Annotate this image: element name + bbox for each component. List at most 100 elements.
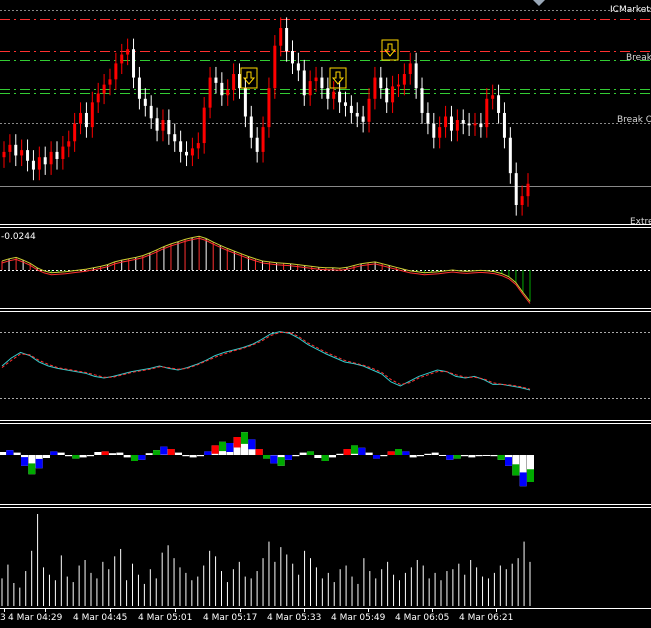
histogram-bar [468,455,476,458]
histogram-bar-cap [131,455,138,461]
candle-body [449,116,453,131]
histogram-bar [182,455,190,457]
candle-body [31,160,35,170]
candle-body [220,82,224,96]
time-tick-label: 4 Mar 05:01 [138,613,192,623]
histogram-bar-cap [387,451,395,455]
histogram-bar [475,455,483,457]
histogram-bar [483,455,490,456]
histogram-bar [417,455,424,457]
candle-body [73,123,77,142]
candle-body [161,120,165,131]
candle-body [349,105,353,113]
histogram-bar [380,455,388,457]
histogram-bar [13,452,21,455]
histogram-bar-cap [219,441,226,452]
histogram-bar [145,453,153,455]
candle-body [261,127,265,152]
candle-body [155,118,159,131]
candle-body [214,77,218,83]
histogram-bar-cap [343,449,351,455]
candle-body [190,148,194,156]
histogram-bar-cap [285,455,292,460]
level-label-extreme: Extre [630,217,651,227]
candle-body [149,105,153,119]
candle-body [408,63,412,75]
time-tick-label: 4 Mar 05:49 [331,613,386,623]
time-tick-label: 4 Mar 06:21 [459,613,513,623]
candle-body [455,120,459,131]
candle-body [385,88,389,103]
histogram-bar [65,455,72,457]
candle-body [273,45,277,89]
histogram-bar-cap [402,451,410,455]
candle-body [90,102,94,128]
candle-body [361,116,365,122]
candle-body [426,112,430,124]
candle-body [37,157,41,170]
histogram-bar-cap [270,455,278,464]
histogram-bar-cap [21,457,28,466]
histogram-bar-cap [358,447,366,455]
candle-body [308,81,312,96]
candle-body [132,49,136,78]
candle-body [196,143,200,149]
candle-body [208,77,212,108]
time-tick-label: 4 Mar 04:45 [73,613,127,623]
candle-body [243,88,247,117]
candle-body [114,63,118,80]
candle-body [96,93,100,103]
candle-body [485,98,489,128]
candle-body [343,102,347,106]
histogram-bar-cap [241,432,248,444]
histogram-bar-cap [255,449,263,455]
candle-body [84,112,88,128]
histogram-bar-cap [226,443,234,452]
histogram-bar-cap [446,455,454,460]
histogram-bar-cap [497,455,505,460]
histogram-bar-cap [519,472,527,487]
trading-chart[interactable]: ICMarkets Break Break O Extre -0.0244 3 … [0,0,651,628]
candle-body [379,77,383,89]
histogram-bar-cap [35,458,43,469]
candle-body [314,77,318,82]
candle-body [508,137,512,174]
histogram-bar [79,455,87,458]
candle-body [302,70,306,96]
candle-body [67,141,71,147]
histogram-bar-cap [351,445,358,454]
histogram-bar-cap [101,451,109,455]
time-tick-label: 4 Mar 06:05 [395,613,449,623]
candle-body [102,84,106,94]
histogram-bar-cap [307,451,314,455]
time-tick-label: 3 [0,613,6,623]
histogram-bar-cap [505,457,512,466]
candle-body [402,74,406,85]
candle-body [55,151,59,159]
candle-body [514,173,518,205]
candle-body [467,123,471,126]
candle-body [202,107,206,144]
histogram-bar [461,455,468,457]
candle-body [26,150,30,161]
histogram-bar [116,452,124,455]
candle-body [108,79,112,85]
histogram-bar [439,455,446,456]
histogram-bar [175,452,182,455]
candle-body [367,98,371,122]
candle-body [137,77,141,99]
candle-body [173,134,177,142]
candle-body [143,98,147,106]
level-label-break-lower: Break O [617,115,651,125]
candle-body [43,157,47,165]
candle-body [502,112,506,138]
candle-body [179,141,183,152]
histogram-bar-cap [50,451,58,455]
candle-body [279,28,283,46]
histogram-bar [424,453,432,455]
oscillator-value-label: -0.0244 [1,232,36,242]
candle-body [438,127,442,138]
candle-body [479,123,483,128]
histogram-bar [123,455,131,458]
histogram-bar [409,455,417,458]
